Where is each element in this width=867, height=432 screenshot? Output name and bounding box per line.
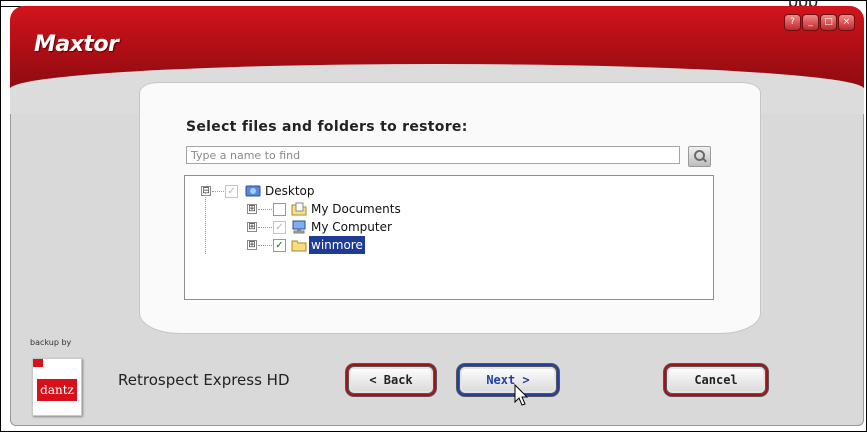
tree-node-my-documents[interactable]: ⊞ My Documents xyxy=(247,200,497,218)
tree-connector xyxy=(258,209,272,211)
tree-connector xyxy=(258,245,272,247)
tree-guide xyxy=(205,192,206,254)
mouse-cursor-icon xyxy=(514,384,528,406)
next-button[interactable]: Next > xyxy=(459,366,557,394)
tree-label-my-documents[interactable]: My Documents xyxy=(311,200,401,218)
expand-icon[interactable]: ⊞ xyxy=(247,222,257,232)
tree-label-winmore[interactable]: winmore xyxy=(309,236,365,254)
tree-node-winmore[interactable]: ⊞ ✓ winmore xyxy=(247,236,497,254)
folder-icon xyxy=(291,240,307,252)
page-title: Select files and folders to restore: xyxy=(186,119,468,135)
desktop-checkbox[interactable]: ✓ xyxy=(225,185,238,198)
close-icon[interactable]: × xyxy=(838,14,855,31)
back-button[interactable]: < Back xyxy=(348,366,434,394)
cancel-button[interactable]: Cancel xyxy=(666,366,766,394)
desktop-icon xyxy=(245,185,261,197)
tree-node-desktop[interactable]: ⊟ ✓ Desktop xyxy=(201,182,421,200)
file-tree[interactable]: ⊟ ✓ Desktop ⊞ My Documents ⊞ ✓ My Comput… xyxy=(184,175,714,300)
search-button[interactable] xyxy=(688,146,711,167)
computer-icon xyxy=(292,220,306,234)
folder-documents-icon xyxy=(291,202,307,216)
dantz-label: dantz xyxy=(37,379,77,401)
dantz-logo: dantz xyxy=(32,358,82,416)
help-icon[interactable]: ? xyxy=(784,14,801,31)
winmore-checkbox[interactable]: ✓ xyxy=(273,239,286,252)
my-computer-checkbox[interactable]: ✓ xyxy=(273,221,286,234)
backup-by-label: backup by xyxy=(30,338,72,347)
maxtor-logo: Maxtor xyxy=(34,32,119,57)
my-documents-checkbox[interactable] xyxy=(273,203,286,216)
collapse-icon[interactable]: ⊟ xyxy=(201,186,211,196)
expand-icon[interactable]: ⊞ xyxy=(247,204,257,214)
search-input[interactable] xyxy=(186,146,680,164)
tree-connector xyxy=(258,227,272,229)
tree-label-my-computer[interactable]: My Computer xyxy=(311,218,392,236)
tree-node-my-computer[interactable]: ⊞ ✓ My Computer xyxy=(247,218,497,236)
product-name: Retrospect Express HD xyxy=(118,371,290,389)
maximize-icon[interactable]: □ xyxy=(820,14,837,31)
expand-icon[interactable]: ⊞ xyxy=(247,240,257,250)
tree-connector xyxy=(212,191,224,193)
tree-label-desktop[interactable]: Desktop xyxy=(265,182,315,200)
minimize-icon[interactable]: _ xyxy=(802,14,819,31)
dantz-flag xyxy=(33,359,43,367)
